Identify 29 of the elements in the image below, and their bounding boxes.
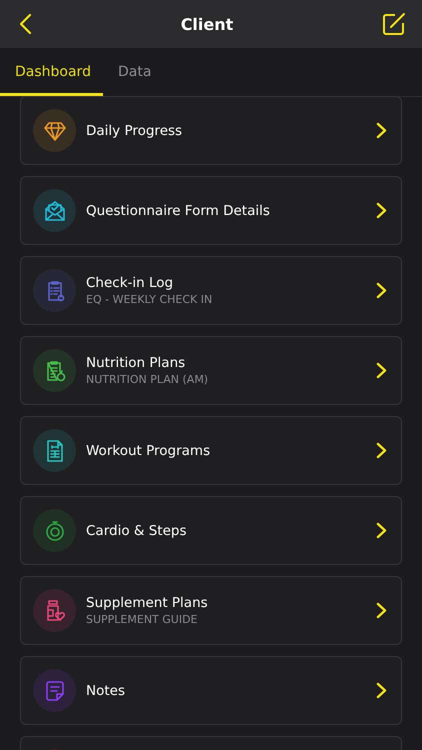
chevron-right-icon — [376, 522, 387, 539]
chevron-right-icon — [376, 442, 387, 459]
chevron-right-icon — [376, 202, 387, 219]
screen-title: Client — [180, 14, 234, 34]
menu-card[interactable]: Nutrition Plans NUTRITION PLAN (AM) — [20, 336, 402, 405]
item-subtitle: EQ - WEEKLY CHECK IN — [86, 293, 214, 306]
item-title: Check-in Log — [86, 275, 174, 291]
menu-card[interactable]: Workout Programs — [20, 416, 402, 485]
item-title: Daily Progress — [86, 122, 184, 138]
item-title: Cardio & Steps — [86, 522, 188, 538]
menu-card[interactable]: Supplement Plans SUPPLEMENT GUIDE — [20, 576, 402, 645]
chevron-right-icon — [376, 602, 387, 619]
item-subtitle: NUTRITION PLAN (AM) — [86, 373, 210, 386]
item-title: Questionnaire Form Details — [86, 202, 271, 218]
menu-card[interactable]: Daily Progress — [20, 96, 402, 165]
item-title: Supplement Plans — [86, 595, 209, 611]
menu-card[interactable]: Notes — [20, 656, 402, 725]
chevron-right-icon — [376, 682, 387, 699]
chevron-right-icon — [376, 362, 387, 379]
chevron-right-icon — [376, 122, 387, 139]
menu-card[interactable]: Cardio & Steps — [20, 496, 402, 565]
item-title: Workout Programs — [86, 442, 212, 458]
chevron-right-icon — [376, 282, 387, 299]
item-title: Notes — [86, 682, 126, 698]
item-title: Nutrition Plans — [86, 355, 186, 371]
item-subtitle: SUPPLEMENT GUIDE — [86, 613, 199, 626]
tab[interactable]: Data — [103, 48, 166, 96]
menu-card[interactable]: Questionnaire Form Details — [20, 176, 402, 245]
menu-card[interactable]: Check-in Log EQ - WEEKLY CHECK IN — [20, 256, 402, 325]
